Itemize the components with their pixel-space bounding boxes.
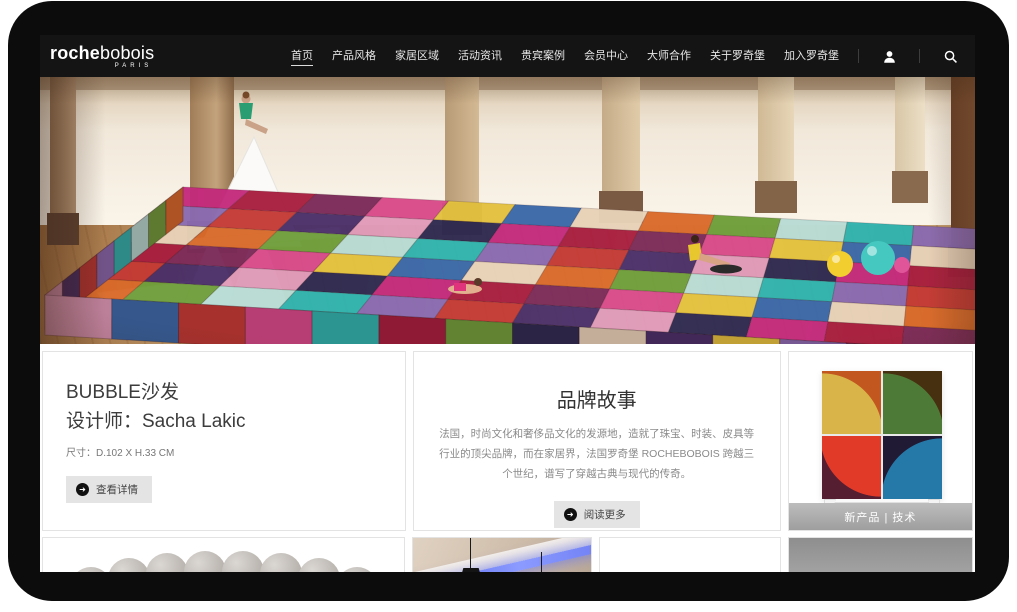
brand-story-title: 品牌故事 — [414, 384, 780, 413]
nav-divider — [919, 49, 920, 63]
logo-text-bold: roche — [50, 44, 100, 62]
nav-item-members[interactable]: 会员中心 — [584, 47, 628, 65]
logo-subtitle: PARIS — [50, 63, 154, 69]
sofa-bubble — [336, 567, 378, 572]
mah-jong-sofa-scene — [40, 77, 975, 344]
nav-item-home[interactable]: 首页 — [291, 47, 313, 66]
nav-item-join[interactable]: 加入罗奇堡 — [784, 47, 839, 65]
sofa-bubble — [184, 551, 226, 572]
pendant-lamp-cord — [541, 552, 542, 572]
cabinet-panel-bottom-left — [822, 436, 881, 499]
new-product-caption: 新产品 | 技术 — [789, 503, 972, 530]
read-more-button[interactable]: ➜ 阅读更多 — [554, 501, 640, 528]
sofa-bubble — [108, 558, 150, 572]
logo-text-light: bobois — [100, 44, 154, 62]
new-product-card[interactable]: 新产品 | 技术 — [788, 351, 973, 531]
content-card[interactable] — [599, 537, 781, 572]
cabinet-panel-top-right — [883, 371, 942, 434]
brand-logo[interactable]: roche bobois PARIS — [50, 44, 154, 69]
nav-item-designers[interactable]: 大师合作 — [647, 47, 691, 65]
product-title-line1: BUBBLE沙发 — [66, 378, 385, 407]
sofa-bubble — [70, 567, 112, 572]
view-details-label: 查看详情 — [96, 482, 138, 497]
sofa-bubble — [260, 553, 302, 572]
user-icon[interactable] — [878, 45, 900, 67]
interior-photo-card-led[interactable] — [412, 537, 592, 572]
nav-item-news[interactable]: 活动资讯 — [458, 47, 502, 65]
nav-divider — [858, 49, 859, 63]
sofa-bubble — [222, 551, 264, 572]
page: roche bobois PARIS 首页 产品风格 家居区域 活动资讯 贵宾案… — [40, 35, 975, 572]
product-dimensions: 尺寸：D.102 X H.33 CM — [66, 444, 385, 459]
arrow-circle-icon: ➜ — [76, 483, 89, 496]
nav-item-rooms[interactable]: 家居区域 — [395, 47, 439, 65]
pendant-lamp-cord — [470, 538, 471, 568]
sofa-bubble — [146, 553, 188, 572]
nav-item-styles[interactable]: 产品风格 — [332, 47, 376, 65]
designer-portrait-card[interactable] — [788, 537, 973, 572]
product-title-line2: 设计师：Sacha Lakic — [66, 407, 385, 436]
view-details-button[interactable]: ➜ 查看详情 — [66, 476, 152, 503]
nav-item-vip-cases[interactable]: 贵宾案例 — [521, 47, 565, 65]
product-card-bubble-sofa[interactable]: BUBBLE沙发 设计师：Sacha Lakic 尺寸：D.102 X H.33… — [42, 351, 406, 531]
bubble-sofa-photo-card[interactable] — [42, 537, 405, 572]
cabinet-panel-bottom-right — [883, 436, 942, 499]
brand-story-text: 法国，时尚文化和奢侈品文化的发源地，造就了珠宝、时装、皮具等行业的顶尖品牌，而在… — [436, 425, 758, 485]
arrow-circle-icon: ➜ — [564, 508, 577, 521]
nav-item-about[interactable]: 关于罗奇堡 — [710, 47, 765, 65]
hero-banner[interactable] — [40, 77, 975, 344]
search-icon[interactable] — [939, 45, 961, 67]
geometric-cabinet-image — [822, 371, 942, 499]
main-nav: 首页 产品风格 家居区域 活动资讯 贵宾案例 会员中心 大师合作 关于罗奇堡 加… — [291, 45, 961, 67]
secondary-cards-row — [40, 537, 975, 572]
product-title: BUBBLE沙发 设计师：Sacha Lakic — [66, 378, 385, 437]
top-navigation-bar: roche bobois PARIS 首页 产品风格 家居区域 活动资讯 贵宾案… — [40, 35, 975, 77]
brand-story-card[interactable]: 品牌故事 法国，时尚文化和奢侈品文化的发源地，造就了珠宝、时装、皮具等行业的顶尖… — [413, 351, 781, 531]
browser-frame: roche bobois PARIS 首页 产品风格 家居区域 活动资讯 贵宾案… — [8, 1, 1009, 601]
cabinet-panel-top-left — [822, 371, 881, 434]
feature-cards-row: BUBBLE沙发 设计师：Sacha Lakic 尺寸：D.102 X H.33… — [40, 351, 975, 531]
sofa-bubble — [298, 558, 340, 572]
bubble-sofa-image — [70, 551, 378, 572]
read-more-label: 阅读更多 — [584, 507, 626, 522]
